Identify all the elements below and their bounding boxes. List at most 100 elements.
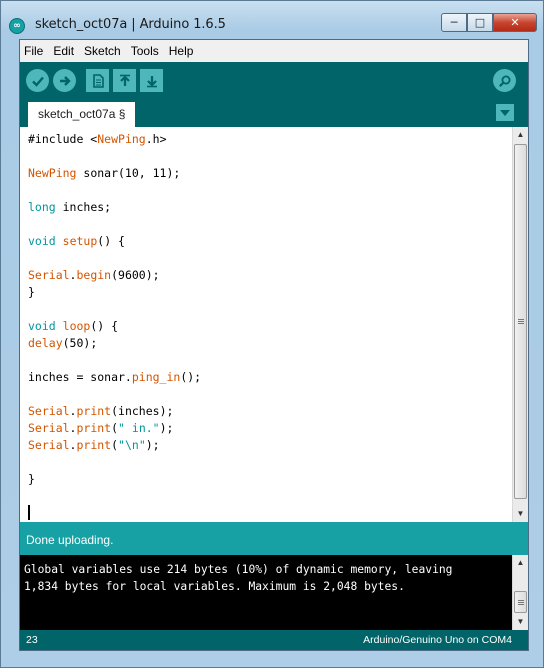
- title-bar[interactable]: ∞ sketch_oct07a | Arduino 1.6.5 ─ □ ✕: [1, 1, 543, 39]
- window-title: sketch_oct07a | Arduino 1.6.5: [35, 17, 226, 32]
- code-line[interactable]: }: [28, 284, 201, 301]
- scrollbar-thumb[interactable]: [514, 144, 527, 499]
- open-sketch-button[interactable]: [113, 69, 136, 92]
- console-scroll-down-icon[interactable]: ▼: [515, 614, 526, 630]
- code-token: long: [28, 200, 56, 214]
- code-token: void: [28, 319, 56, 333]
- arrow-up-icon: [119, 74, 130, 86]
- close-button[interactable]: ✕: [493, 13, 537, 32]
- code-line[interactable]: [28, 148, 201, 165]
- menu-edit[interactable]: Edit: [48, 40, 79, 62]
- code-line[interactable]: NewPing sonar(10, 11);: [28, 165, 201, 182]
- menu-sketch[interactable]: Sketch: [79, 40, 126, 62]
- code-line[interactable]: [28, 352, 201, 369]
- code-token: inches = sonar.: [28, 370, 132, 384]
- code-line[interactable]: void setup() {: [28, 233, 201, 250]
- save-sketch-button[interactable]: [140, 69, 163, 92]
- code-token: print: [76, 404, 112, 418]
- arduino-infinity-icon: ∞: [9, 18, 25, 34]
- document-icon: [92, 73, 104, 88]
- arrow-right-icon: [59, 75, 71, 86]
- code-line[interactable]: delay(50);: [28, 335, 201, 352]
- code-line[interactable]: [28, 488, 201, 505]
- code-token: }: [28, 472, 35, 486]
- code-editor[interactable]: #include <NewPing.h> NewPing sonar(10, 11…: [20, 127, 528, 522]
- code-line[interactable]: [28, 182, 201, 199]
- tab-menu-button[interactable]: [496, 104, 514, 121]
- code-line[interactable]: }: [28, 471, 201, 488]
- code-token: );: [145, 438, 160, 452]
- code-token: ();: [180, 370, 202, 384]
- code-text[interactable]: #include <NewPing.h> NewPing sonar(10, 11…: [28, 131, 201, 522]
- code-line[interactable]: [28, 216, 201, 233]
- code-token: delay: [28, 336, 63, 350]
- code-line[interactable]: long inches;: [28, 199, 201, 216]
- scroll-down-arrow-icon[interactable]: ▼: [515, 506, 526, 522]
- status-footer: 23 Arduino/Genuino Uno on COM4: [20, 630, 528, 650]
- status-message: Done uploading.: [20, 522, 528, 555]
- menu-tools[interactable]: Tools: [126, 40, 164, 62]
- code-token: (50);: [62, 336, 98, 350]
- code-line[interactable]: void loop() {: [28, 318, 201, 335]
- code-token: );: [159, 421, 174, 435]
- code-token: Serial: [28, 404, 70, 418]
- text-caret: [28, 505, 30, 520]
- code-token: print: [76, 438, 112, 452]
- code-line[interactable]: [28, 454, 201, 471]
- code-token: NewPing: [97, 132, 146, 146]
- tab-bar: sketch_oct07a §: [20, 100, 528, 127]
- triangle-down-icon: [500, 109, 510, 116]
- ide-client-area: File Edit Sketch Tools Help sketch_oct07…: [19, 39, 529, 651]
- code-line[interactable]: [28, 386, 201, 403]
- scroll-up-arrow-icon[interactable]: ▲: [515, 127, 526, 143]
- code-token: (inches);: [111, 404, 174, 418]
- code-token: Serial: [28, 268, 70, 282]
- code-token: .h>: [145, 132, 167, 146]
- minimize-button[interactable]: ─: [441, 13, 467, 32]
- code-token: loop: [62, 319, 91, 333]
- code-token: setup: [62, 234, 98, 248]
- menu-help[interactable]: Help: [164, 40, 199, 62]
- code-token: " in.": [118, 421, 160, 435]
- serial-monitor-button[interactable]: [493, 69, 516, 92]
- code-line[interactable]: [28, 505, 201, 522]
- code-token: "\n": [118, 438, 146, 452]
- arduino-window: ∞ sketch_oct07a | Arduino 1.6.5 ─ □ ✕ Fi…: [0, 0, 544, 668]
- code-line[interactable]: [28, 250, 201, 267]
- code-token: begin: [76, 268, 112, 282]
- console-output[interactable]: Global variables use 214 bytes (10%) of …: [20, 555, 528, 630]
- console-scroll-up-icon[interactable]: ▲: [515, 555, 526, 571]
- console-scrollbar[interactable]: ▲ ▼: [512, 555, 528, 630]
- code-line[interactable]: #include <NewPing.h>: [28, 131, 201, 148]
- code-token: Serial: [28, 438, 70, 452]
- code-token: #include <: [28, 132, 98, 146]
- console-scrollbar-thumb[interactable]: [514, 591, 527, 613]
- code-line[interactable]: Serial.print(inches);: [28, 403, 201, 420]
- code-line[interactable]: Serial.print("\n");: [28, 437, 201, 454]
- code-token: (: [111, 438, 119, 452]
- editor-scrollbar[interactable]: ▲ ▼: [512, 127, 528, 522]
- maximize-button[interactable]: □: [467, 13, 493, 32]
- new-sketch-button[interactable]: [86, 69, 109, 92]
- code-token: (9600);: [111, 268, 160, 282]
- code-token: () {: [90, 319, 119, 333]
- code-line[interactable]: Serial.begin(9600);: [28, 267, 201, 284]
- checkmark-icon: [31, 76, 44, 87]
- code-token: ping_in: [131, 370, 181, 384]
- tab-sketch-oct07a[interactable]: sketch_oct07a §: [28, 102, 136, 127]
- code-line[interactable]: inches = sonar.ping_in();: [28, 369, 201, 386]
- code-line[interactable]: Serial.print(" in.");: [28, 420, 201, 437]
- magnifier-icon: [498, 75, 510, 87]
- menu-bar: File Edit Sketch Tools Help: [20, 40, 528, 62]
- code-token: Serial: [28, 421, 70, 435]
- verify-button[interactable]: [26, 69, 49, 92]
- menu-file[interactable]: File: [20, 40, 48, 62]
- window-controls: ─ □ ✕: [441, 13, 537, 33]
- code-token: () {: [97, 234, 125, 248]
- upload-button[interactable]: [53, 69, 76, 92]
- code-line[interactable]: [28, 301, 201, 318]
- code-token: void: [28, 234, 56, 248]
- console-text: Global variables use 214 bytes (10%) of …: [24, 563, 453, 593]
